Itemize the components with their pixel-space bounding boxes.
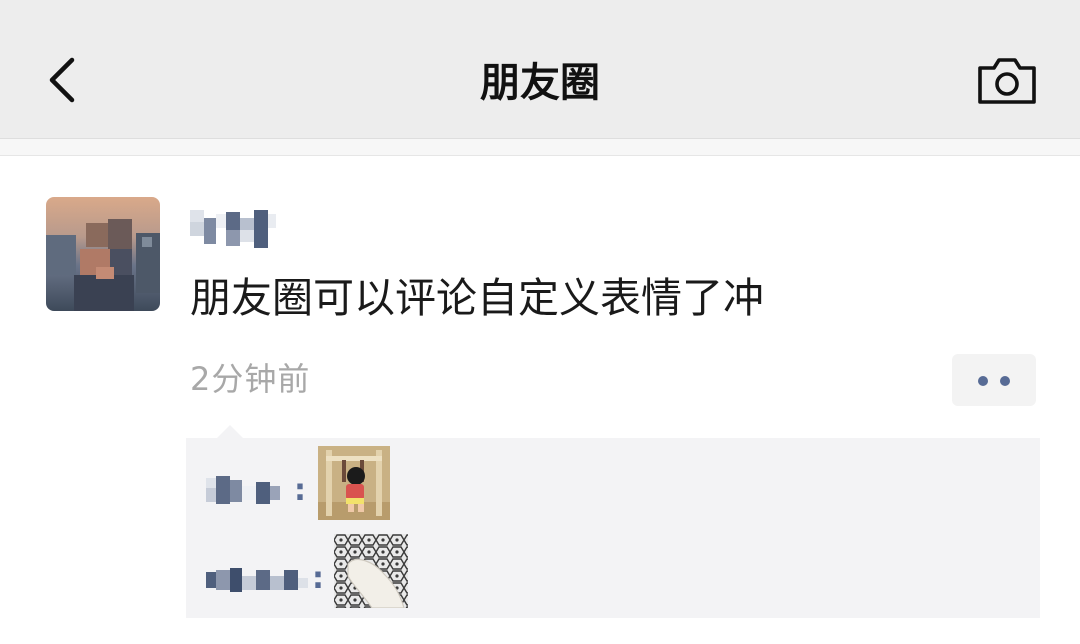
author-name-pixelated[interactable]	[190, 204, 280, 248]
hanging-cartoon-sticker[interactable]	[318, 446, 390, 520]
post-timestamp: 2分钟前	[190, 360, 311, 398]
comment-separator: :	[312, 561, 324, 596]
ellipsis-icon	[1000, 376, 1010, 386]
comments-caret	[216, 425, 244, 439]
page-title: 朋友圈	[480, 60, 600, 106]
comment-row: :	[206, 446, 446, 522]
comments-box: : :	[186, 438, 1040, 618]
comment-row: :	[206, 534, 446, 610]
more-actions-button[interactable]	[952, 354, 1036, 406]
commenter-name-pixelated[interactable]	[206, 472, 296, 506]
camera-icon[interactable]	[976, 54, 1038, 108]
cat-paw-sticker[interactable]	[334, 534, 408, 608]
navbar-divider	[0, 138, 1080, 156]
avatar[interactable]	[46, 197, 160, 311]
commenter-name-pixelated[interactable]	[206, 560, 312, 594]
ellipsis-icon	[978, 376, 988, 386]
comment-separator: :	[294, 473, 306, 508]
post-text: 朋友圈可以评论自定义表情了冲	[190, 274, 764, 322]
top-navbar: 朋友圈	[0, 0, 1080, 138]
